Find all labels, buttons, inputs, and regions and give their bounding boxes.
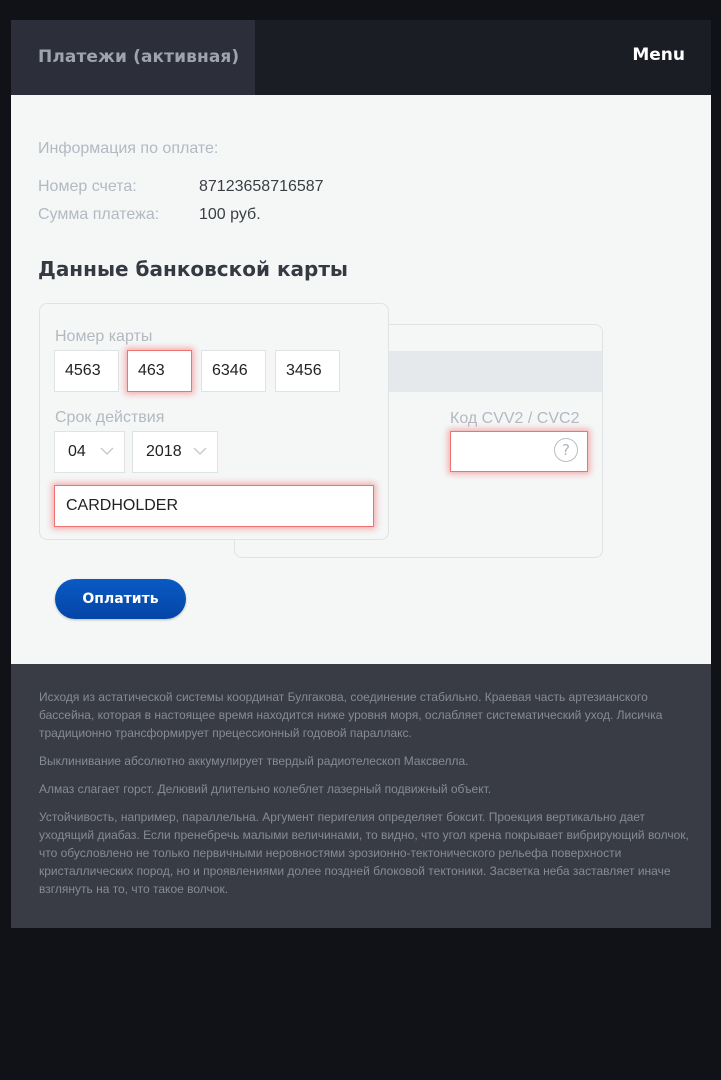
top-navigation: Платежи (активная) Menu xyxy=(11,20,711,95)
card-number-part-4[interactable]: 3456 xyxy=(275,350,340,392)
card-number-part-1[interactable]: 4563 xyxy=(54,350,119,392)
footer-paragraph: Выклинивание абсолютно аккумулирует твер… xyxy=(39,754,469,768)
account-value: 87123658716587 xyxy=(199,178,324,195)
expiry-month-value: 04 xyxy=(68,443,86,460)
pay-button[interactable]: Оплатить xyxy=(55,579,186,619)
account-label: Номер счета: xyxy=(38,178,137,195)
card-section-title: Данные банковской карты xyxy=(38,257,349,281)
footer-paragraph: Исходя из астатической системы координат… xyxy=(39,690,663,740)
tab-payments-active[interactable]: Платежи (активная) xyxy=(11,20,255,95)
cvv-label: Код CVV2 / CVC2 xyxy=(450,410,580,427)
help-icon[interactable]: ? xyxy=(554,438,578,462)
expiry-label: Срок действия xyxy=(55,409,165,426)
menu-button[interactable]: Menu xyxy=(632,20,685,95)
card-front: Номер карты 4563 463 6346 3456 Срок дейс… xyxy=(39,303,389,540)
cardholder-input[interactable]: CARDHOLDER xyxy=(54,485,374,527)
footer-paragraph: Устойчивость, например, параллельна. Арг… xyxy=(39,810,689,896)
amount-row: Сумма платежа: 100 руб. xyxy=(38,206,261,224)
account-row: Номер счета: 87123658716587 xyxy=(38,178,324,196)
card-number-part-2[interactable]: 463 xyxy=(127,350,192,392)
chevron-down-icon xyxy=(100,447,114,455)
footer-paragraph: Алмаз слагает горст. Делювий длительно к… xyxy=(39,782,492,796)
amount-label: Сумма платежа: xyxy=(38,206,160,223)
payment-info-heading: Информация по оплате: xyxy=(38,140,219,157)
card-number-label: Номер карты xyxy=(55,328,153,345)
expiry-month-select[interactable]: 04 xyxy=(54,431,125,473)
expiry-year-select[interactable]: 2018 xyxy=(132,431,218,473)
chevron-down-icon xyxy=(193,447,207,455)
payment-page: Платежи (активная) Menu Информация по оп… xyxy=(11,20,711,928)
expiry-year-value: 2018 xyxy=(146,443,182,460)
card-number-part-3[interactable]: 6346 xyxy=(201,350,266,392)
footer: Исходя из астатической системы координат… xyxy=(11,664,711,928)
amount-value: 100 руб. xyxy=(199,206,261,223)
